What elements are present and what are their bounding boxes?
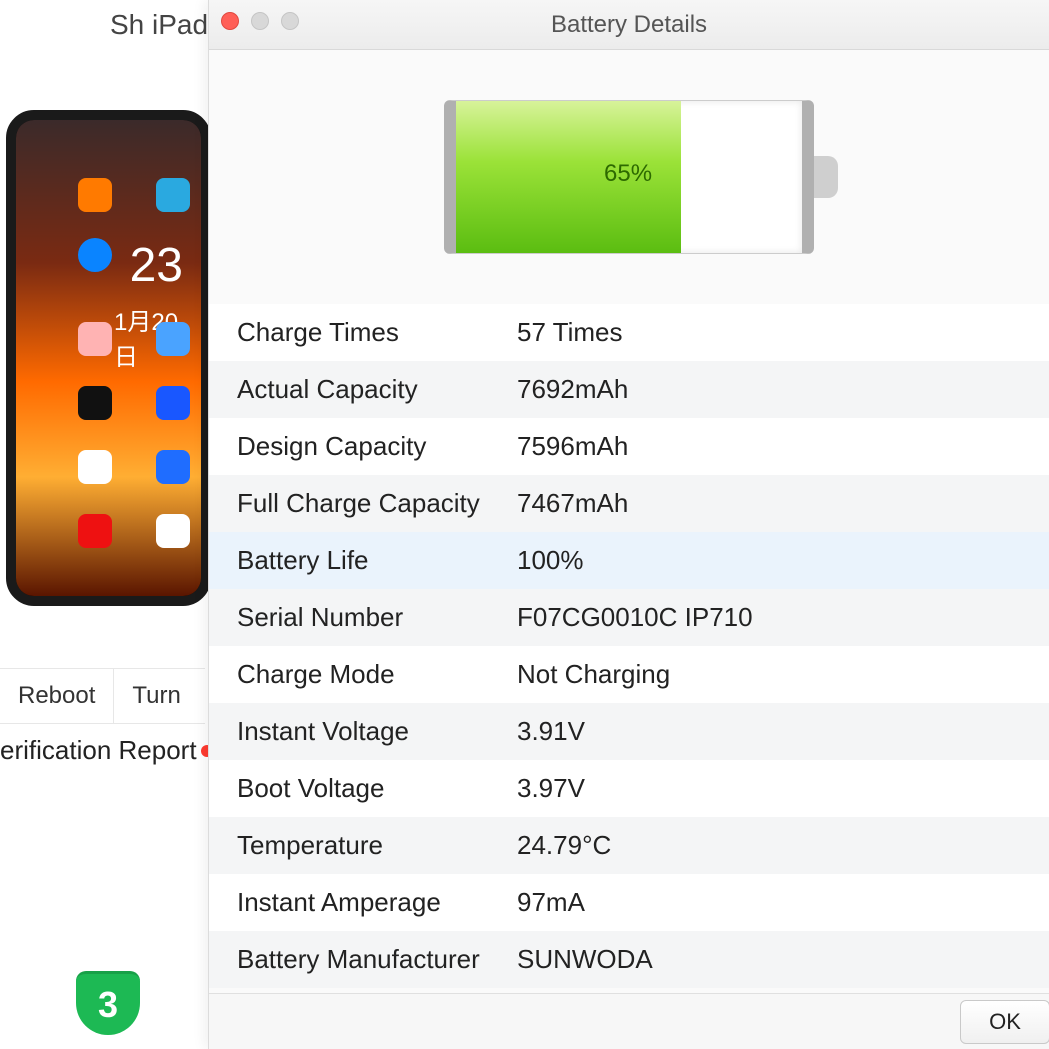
row-label: Serial Number bbox=[237, 602, 517, 633]
minimize-icon[interactable] bbox=[251, 12, 269, 30]
close-icon[interactable] bbox=[221, 12, 239, 30]
device-clock: 23 bbox=[130, 238, 183, 293]
battery-tip-icon bbox=[814, 156, 838, 198]
row-value: Not Charging bbox=[517, 659, 1049, 690]
table-row: Actual Capacity7692mAh bbox=[209, 361, 1049, 418]
app-logo-text: 3 bbox=[98, 984, 118, 1026]
battery-details-table: Charge Times57 TimesActual Capacity7692m… bbox=[209, 304, 1049, 988]
window-title: Battery Details bbox=[551, 11, 707, 39]
row-value: 7467mAh bbox=[517, 488, 1049, 519]
row-value: 100% bbox=[517, 545, 1049, 576]
ok-button[interactable]: OK bbox=[960, 1000, 1049, 1044]
app-icon bbox=[78, 322, 112, 356]
app-logo-icon: 3 bbox=[76, 971, 140, 1035]
battery-percent-label: 65% bbox=[604, 160, 652, 188]
reboot-button[interactable]: Reboot bbox=[0, 669, 114, 723]
row-label: Boot Voltage bbox=[237, 773, 517, 804]
battery-details-window: Battery Details 65% Charge Times57 Times… bbox=[208, 0, 1049, 1049]
dialog-footer: OK bbox=[209, 993, 1049, 1049]
device-preview: 23 1月20日 bbox=[6, 110, 211, 606]
app-icon bbox=[78, 514, 112, 548]
verification-report-tab[interactable]: erification Report bbox=[0, 735, 213, 766]
app-icon bbox=[156, 450, 190, 484]
table-row: Battery ManufacturerSUNWODA bbox=[209, 931, 1049, 988]
app-icon bbox=[78, 178, 112, 212]
turn-button[interactable]: Turn bbox=[114, 669, 198, 723]
table-row: Full Charge Capacity7467mAh bbox=[209, 475, 1049, 532]
table-row: Instant Amperage97mA bbox=[209, 874, 1049, 931]
table-row: Charge ModeNot Charging bbox=[209, 646, 1049, 703]
app-icon bbox=[156, 322, 190, 356]
app-icon bbox=[156, 178, 190, 212]
row-value: SUNWODA bbox=[517, 944, 1049, 975]
row-label: Design Capacity bbox=[237, 431, 517, 462]
row-value: 24.79°C bbox=[517, 830, 1049, 861]
row-label: Battery Manufacturer bbox=[237, 944, 517, 975]
row-label: Charge Times bbox=[237, 317, 517, 348]
row-label: Battery Life bbox=[237, 545, 517, 576]
row-value: 7692mAh bbox=[517, 374, 1049, 405]
app-icon bbox=[78, 238, 112, 272]
row-label: Full Charge Capacity bbox=[237, 488, 517, 519]
titlebar: Battery Details bbox=[209, 0, 1049, 50]
app-icon bbox=[156, 514, 190, 548]
app-icon bbox=[156, 386, 190, 420]
verification-report-label: erification Report bbox=[0, 735, 197, 766]
table-row: Boot Voltage3.97V bbox=[209, 760, 1049, 817]
table-row: Temperature24.79°C bbox=[209, 817, 1049, 874]
battery-graphic: 65% bbox=[209, 50, 1049, 304]
table-row: Serial NumberF07CG0010C IP710 bbox=[209, 589, 1049, 646]
table-row: Design Capacity7596mAh bbox=[209, 418, 1049, 475]
row-value: F07CG0010C IP710 bbox=[517, 602, 1049, 633]
table-row: Instant Voltage3.91V bbox=[209, 703, 1049, 760]
row-value: 57 Times bbox=[517, 317, 1049, 348]
row-label: Temperature bbox=[237, 830, 517, 861]
row-value: 7596mAh bbox=[517, 431, 1049, 462]
app-icon bbox=[78, 386, 112, 420]
table-row: Battery Life100% bbox=[209, 532, 1049, 589]
row-label: Actual Capacity bbox=[237, 374, 517, 405]
row-value: 3.97V bbox=[517, 773, 1049, 804]
row-label: Charge Mode bbox=[237, 659, 517, 690]
table-row: Charge Times57 Times bbox=[209, 304, 1049, 361]
device-actions-bar: Reboot Turn bbox=[0, 668, 205, 724]
maximize-icon[interactable] bbox=[281, 12, 299, 30]
row-value: 3.91V bbox=[517, 716, 1049, 747]
row-label: Instant Amperage bbox=[237, 887, 517, 918]
row-value: 97mA bbox=[517, 887, 1049, 918]
row-label: Instant Voltage bbox=[237, 716, 517, 747]
app-icon bbox=[78, 450, 112, 484]
